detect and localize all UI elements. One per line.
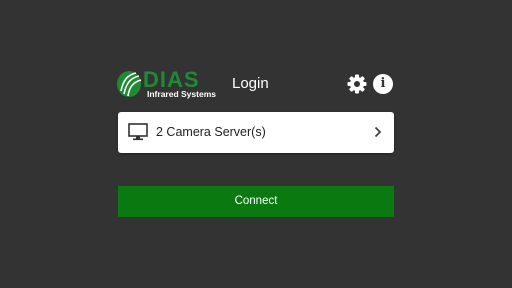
connect-button[interactable]: Connect — [118, 186, 394, 217]
page-title: Login — [232, 75, 269, 92]
settings-button[interactable] — [347, 74, 367, 94]
server-count-label: 2 Camera Server(s) — [156, 125, 266, 139]
brand-tagline: Infrared Systems — [147, 89, 216, 99]
dias-logo: DIAS Infrared Systems — [116, 68, 216, 101]
chevron-right-icon — [374, 126, 382, 138]
camera-server-selector[interactable]: 2 Camera Server(s) — [118, 112, 394, 153]
dias-logo-mark — [117, 71, 142, 97]
info-button[interactable]: i — [373, 74, 393, 94]
info-icon: i — [380, 76, 386, 91]
gear-icon — [347, 74, 367, 94]
monitor-icon — [128, 123, 148, 141]
